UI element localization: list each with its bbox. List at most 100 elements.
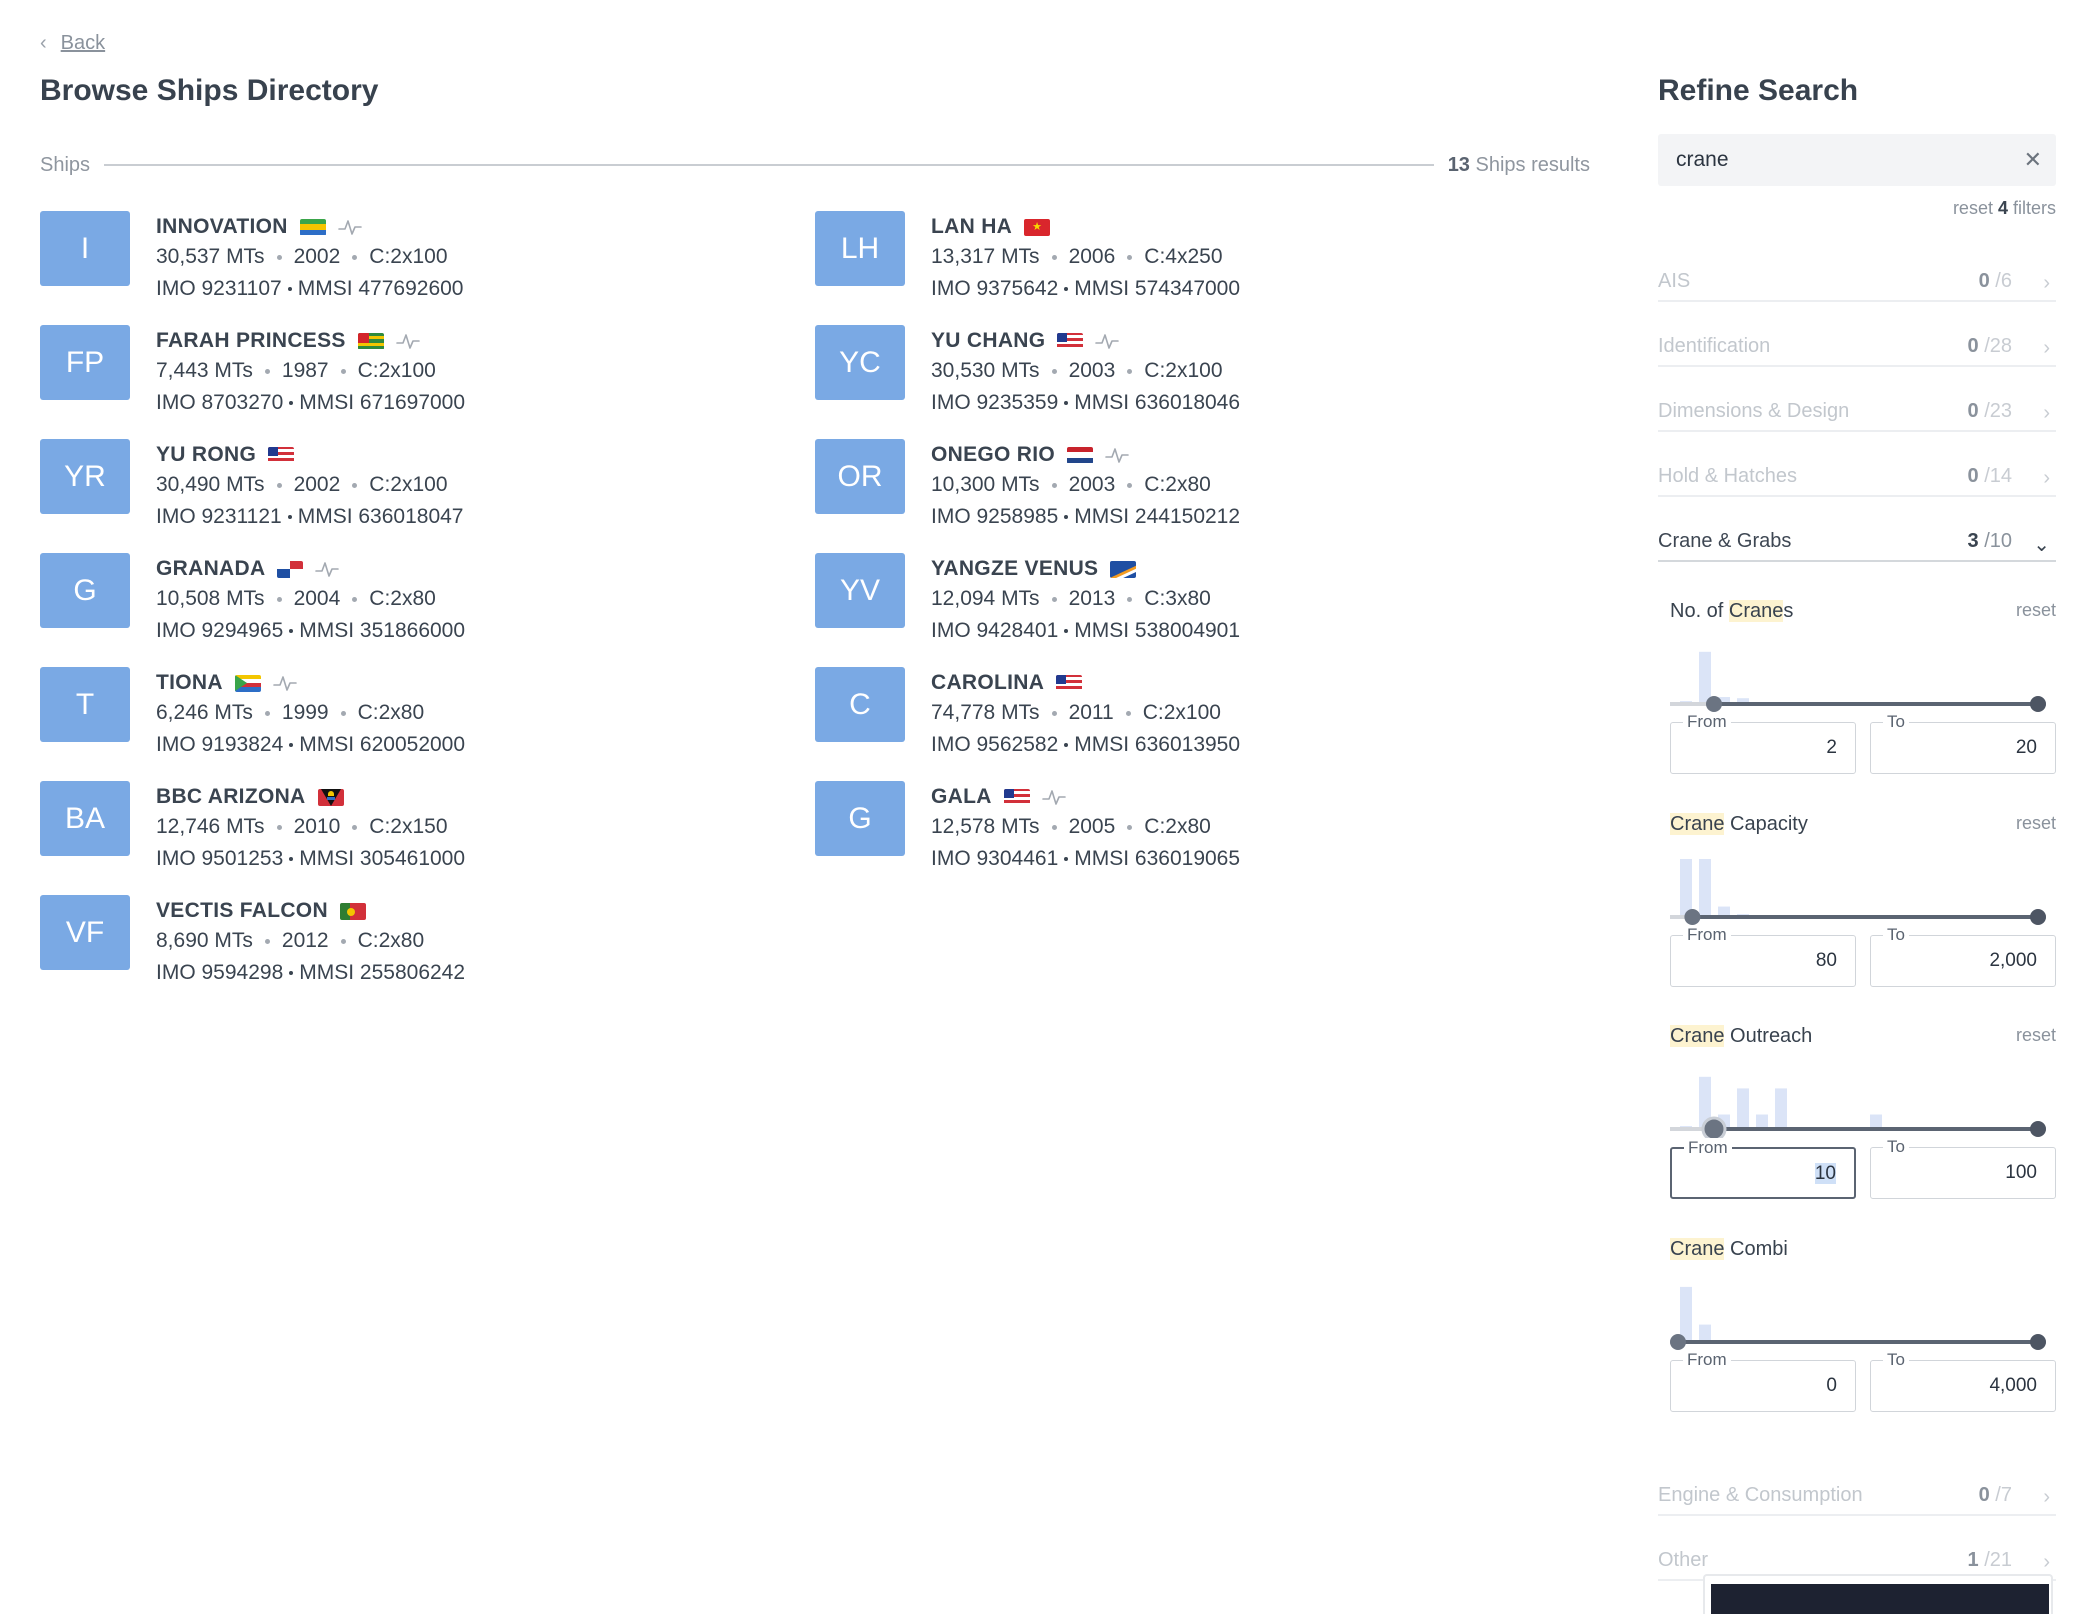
ship-card[interactable]: C CAROLINA 74,778 MTs 2011 C:2x100 IMO 956258… bbox=[815, 667, 1575, 767]
range-filter-title: Crane Outreach bbox=[1670, 1025, 1813, 1047]
ship-specs: 12,746 MTs 2010 C:2x150 bbox=[156, 815, 448, 838]
range-filter-reset[interactable]: reset bbox=[2016, 813, 2056, 834]
ship-name-row: VECTIS FALCON bbox=[156, 897, 366, 925]
range-slider[interactable] bbox=[1670, 1272, 2046, 1356]
ship-name-row: YU RONG bbox=[156, 441, 295, 469]
ship-specs: 10,300 MTs 2003 C:2x80 bbox=[931, 473, 1211, 496]
ship-identifiers: IMO 9594298 MMSI 255806242 bbox=[156, 961, 466, 984]
ship-identifiers: IMO 9501253 MMSI 305461000 bbox=[156, 847, 466, 870]
range-filter-reset[interactable]: reset bbox=[2016, 600, 2056, 621]
ship-name[interactable]: CAROLINA bbox=[931, 671, 1044, 695]
ship-card[interactable]: G GRANADA 10,508 MTs 2004 C:2x80 IMO 9294965 M… bbox=[40, 553, 800, 653]
ship-name[interactable]: VECTIS FALCON bbox=[156, 899, 328, 923]
range-from-input[interactable]: From 80 bbox=[1670, 925, 1856, 987]
histogram-bar bbox=[1756, 1114, 1768, 1129]
range-filter-reset[interactable]: reset bbox=[2016, 1025, 2056, 1046]
refine-search-title: Refine Search bbox=[1658, 74, 1859, 107]
range-to-input[interactable]: To 4,000 bbox=[1870, 1350, 2056, 1412]
ship-name[interactable]: TIONA bbox=[156, 671, 223, 695]
ship-card[interactable]: FP FARAH PRINCESS 7,443 MTs 1987 C:2x100 IMO … bbox=[40, 325, 800, 425]
ship-name-row: TIONA bbox=[156, 669, 297, 697]
ship-name[interactable]: YANGZE VENUS bbox=[931, 557, 1098, 581]
search-input[interactable] bbox=[1676, 146, 1996, 174]
back-link[interactable]: ‹ Back bbox=[40, 32, 105, 55]
ship-name[interactable]: GALA bbox=[931, 785, 992, 809]
facet-count: 0 /6 bbox=[1978, 270, 2012, 292]
ship-avatar: T bbox=[40, 667, 130, 742]
ais-pulse-icon bbox=[1041, 790, 1066, 805]
ship-card[interactable]: YR YU RONG 30,490 MTs 2002 C:2x100 IMO 923112… bbox=[40, 439, 800, 539]
ship-specs: 30,530 MTs 2003 C:2x100 bbox=[931, 359, 1223, 382]
histogram-bar bbox=[1775, 1088, 1787, 1129]
ship-card[interactable]: YV YANGZE VENUS 12,094 MTs 2013 C:3x80 IMO 94… bbox=[815, 553, 1575, 653]
range-filter-title: Crane Combi bbox=[1670, 1238, 1788, 1260]
facet-crane-grabs[interactable]: Crane & Grabs 3 /10 ⌄ bbox=[1658, 526, 2056, 562]
range-to-input[interactable]: To 2,000 bbox=[1870, 925, 2056, 987]
range-slider[interactable] bbox=[1670, 634, 2046, 718]
facet-label: Hold & Hatches bbox=[1658, 465, 1797, 487]
histogram-bar bbox=[1680, 859, 1692, 917]
ship-identifiers: IMO 9231121 MMSI 636018047 bbox=[156, 505, 464, 528]
ship-name[interactable]: LAN HA bbox=[931, 215, 1012, 239]
range-to-input[interactable]: To 100 bbox=[1870, 1137, 2056, 1199]
ship-card[interactable]: G GALA 12,578 MTs 2005 C:2x80 IMO 9304461 MMSI… bbox=[815, 781, 1575, 881]
reset-filters-link[interactable]: reset 4 filters bbox=[1953, 198, 2056, 219]
flag-icon bbox=[234, 674, 261, 692]
histogram-bar bbox=[1699, 1324, 1711, 1342]
range-from-input[interactable]: From 0 bbox=[1670, 1350, 1856, 1412]
ship-identifiers: IMO 9375642 MMSI 574347000 bbox=[931, 277, 1241, 300]
ship-name-row: GRANADA bbox=[156, 555, 340, 583]
facet-identification[interactable]: Identification 0 /28 › bbox=[1658, 331, 2056, 367]
range-slider[interactable] bbox=[1670, 847, 2046, 931]
range-from-input[interactable]: From 10 bbox=[1670, 1138, 1856, 1199]
ship-specs: 7,443 MTs 1987 C:2x100 bbox=[156, 359, 436, 382]
ship-specs: 30,490 MTs 2002 C:2x100 bbox=[156, 473, 448, 496]
ship-card[interactable]: BA BBC ARIZONA 12,746 MTs 2010 C:2x150 IMO 95… bbox=[40, 781, 800, 881]
ship-name[interactable]: ONEGO RIO bbox=[931, 443, 1055, 467]
ship-specs: 30,537 MTs 2002 C:2x100 bbox=[156, 245, 448, 268]
ship-name[interactable]: YU CHANG bbox=[931, 329, 1045, 353]
ship-specs: 13,317 MTs 2006 C:4x250 bbox=[931, 245, 1223, 268]
facet-label: Crane & Grabs bbox=[1658, 530, 1792, 552]
slider-handle-min bbox=[1706, 696, 1722, 712]
facet-label: Dimensions & Design bbox=[1658, 400, 1850, 422]
flag-icon: ★ bbox=[1024, 218, 1051, 236]
facet-ais[interactable]: AIS 0 /6 › bbox=[1658, 266, 2056, 302]
back-label: Back bbox=[60, 32, 106, 54]
page-title: Browse Ships Directory bbox=[40, 74, 379, 107]
chevron-down-icon: ⌄ bbox=[2033, 534, 2050, 556]
clear-search-icon[interactable]: ✕ bbox=[2024, 147, 2042, 173]
screenshot-preview-thumbnail[interactable] bbox=[1703, 1574, 2053, 1614]
ship-name[interactable]: FARAH PRINCESS bbox=[156, 329, 346, 353]
ship-card[interactable]: YC YU CHANG 30,530 MTs 2003 C:2x100 IMO 92353… bbox=[815, 325, 1575, 425]
slider-handle-max bbox=[2030, 1121, 2046, 1137]
ais-pulse-icon bbox=[395, 334, 420, 349]
ais-pulse-icon bbox=[1095, 334, 1120, 349]
flag-icon bbox=[277, 560, 304, 578]
range-slider[interactable] bbox=[1670, 1059, 2046, 1143]
ship-name[interactable]: YU RONG bbox=[156, 443, 256, 467]
ship-name[interactable]: INNOVATION bbox=[156, 215, 288, 239]
ship-avatar: G bbox=[40, 553, 130, 628]
ship-card[interactable]: VF VECTIS FALCON 8,690 MTs 2012 C:2x80 IMO 95… bbox=[40, 895, 800, 995]
range-from-input[interactable]: From 2 bbox=[1670, 712, 1856, 774]
range-to-input[interactable]: To 20 bbox=[1870, 712, 2056, 774]
ship-avatar: BA bbox=[40, 781, 130, 856]
slider-handle-min bbox=[1701, 1116, 1727, 1142]
ship-card[interactable]: LH LAN HA ★ 13,317 MTs 2006 C:4x250 IMO 937564… bbox=[815, 211, 1575, 311]
ship-card[interactable]: I INNOVATION 30,537 MTs 2002 C:2x100 IMO 9231… bbox=[40, 211, 800, 311]
ship-card[interactable]: T TIONA 6,246 MTs 1999 C:2x80 IMO 9193824 MMSI… bbox=[40, 667, 800, 767]
ship-name-row: INNOVATION bbox=[156, 213, 362, 241]
ship-name-row: GALA bbox=[931, 783, 1066, 811]
ship-avatar: LH bbox=[815, 211, 905, 286]
ship-card[interactable]: OR ONEGO RIO 10,300 MTs 2003 C:2x80 IMO 92589… bbox=[815, 439, 1575, 539]
ship-name-row: ONEGO RIO bbox=[931, 441, 1129, 469]
ship-name[interactable]: BBC ARIZONA bbox=[156, 785, 306, 809]
facet-hold-hatches[interactable]: Hold & Hatches 0 /14 › bbox=[1658, 461, 2056, 497]
ship-specs: 12,578 MTs 2005 C:2x80 bbox=[931, 815, 1211, 838]
ship-identifiers: IMO 9258985 MMSI 244150212 bbox=[931, 505, 1241, 528]
facet-label: Identification bbox=[1658, 335, 1771, 357]
facet-engine-consumption[interactable]: Engine & Consumption 0 /7 › bbox=[1658, 1480, 2056, 1516]
facet-dimensions-design[interactable]: Dimensions & Design 0 /23 › bbox=[1658, 396, 2056, 432]
ship-name[interactable]: GRANADA bbox=[156, 557, 265, 581]
